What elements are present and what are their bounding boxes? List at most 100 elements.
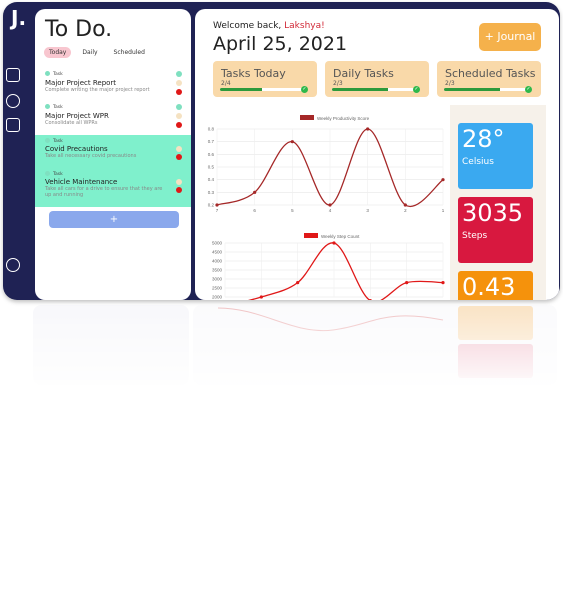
check-icon: ✓ [413,86,420,93]
y-tick-label: 2500 [212,286,223,291]
app-window: J. To Do. Today Daily Scheduled Task Maj… [3,2,560,300]
welcome-text: Welcome back, Lakshya! [213,21,325,31]
y-tick-label: 0.6 [208,152,215,157]
tab-daily[interactable]: Daily [77,47,102,58]
status-dot[interactable] [176,113,182,119]
add-task-button[interactable]: + [49,211,179,228]
current-date: April 25, 2021 [213,33,348,55]
task-description: Take all cars for a drive to ensure that… [45,186,163,198]
user-name: Lakshya! [284,21,325,31]
data-point [290,140,294,144]
data-point [441,281,445,285]
task-item-highlighted[interactable]: Task Covid Precautions Take all necessar… [35,135,191,207]
data-point [259,295,263,299]
legend-swatch [300,115,314,120]
stat-count: 2/4 [221,80,231,87]
stat-card-tasks-today[interactable]: Tasks Today 2/4 ✓ [213,61,317,97]
progress-bar [444,88,528,91]
task-name: Major Project Report [45,79,117,87]
data-point [332,241,336,245]
task-tag: Task [45,104,63,110]
temperature-card: 28° Celsius [458,123,533,189]
stat-card-scheduled-tasks[interactable]: Scheduled Tasks 2/3 ✓ [437,61,541,97]
y-tick-label: 0.8 [208,127,215,132]
status-dot[interactable] [176,154,182,160]
status-dot[interactable] [176,179,182,185]
data-point [215,203,219,207]
mirror-reflection [3,300,560,390]
chart-nav-icon[interactable] [6,118,20,132]
steps-value: 3035 [462,199,524,227]
task-tag: Task [45,138,63,144]
progress-bar [220,88,304,91]
legend-swatch [304,233,318,238]
data-point [296,281,300,285]
y-tick-label: 0.5 [208,165,215,170]
status-dot[interactable] [176,80,182,86]
progress-bar [332,88,416,91]
y-tick-label: 2000 [212,295,223,300]
y-tick-label: 4500 [212,250,223,255]
tasks-nav-icon[interactable] [6,68,20,82]
status-dot[interactable] [176,122,182,128]
stat-name: Daily Tasks [333,67,394,80]
todo-title: To Do. [45,17,113,42]
y-tick-label: 0.7 [208,139,215,144]
x-tick-label: 2 [404,208,407,213]
stat-name: Scheduled Tasks [445,67,536,80]
reflection-todo-panel [33,305,189,385]
metric-cards-column: 28° Celsius 3035 Steps 0.43 [450,105,546,300]
data-point [403,203,407,207]
data-point [253,190,257,194]
reflection-graphic [3,300,560,390]
status-dot[interactable] [176,187,182,193]
todo-tabs: Today Daily Scheduled [44,47,150,58]
x-tick-label: 7 [216,208,219,213]
x-tick-label: 4 [329,208,332,213]
reflection-score-card [458,306,533,340]
task-tag: Task [45,71,63,77]
reflection-steps-card [458,344,533,378]
reflection-fade [3,300,560,390]
task-name: Vehicle Maintenance [45,178,118,186]
y-tick-label: 5000 [212,241,223,246]
x-tick-label: 6 [253,208,256,213]
app-logo: J. [11,6,27,30]
tab-scheduled[interactable]: Scheduled [109,47,150,58]
task-description: Consolidate all WPRs [45,120,98,126]
temperature-value: 28° [462,125,505,153]
steps-unit: Steps [462,231,488,241]
reflection-line [217,307,444,332]
score-value: 0.43 [462,273,516,300]
y-tick-label: 0.3 [208,190,215,195]
data-point [405,281,409,285]
add-journal-button[interactable]: + Journal [479,23,541,51]
tab-today[interactable]: Today [44,47,72,58]
task-name: Covid Precautions [45,145,108,153]
task-name: Major Project WPR [45,112,109,120]
y-tick-label: 3500 [212,268,223,273]
check-icon: ✓ [525,86,532,93]
status-dot[interactable] [176,89,182,95]
score-card: 0.43 [458,271,533,300]
stat-name: Tasks Today [221,67,286,80]
status-dot[interactable] [176,71,182,77]
settings-gear-icon[interactable] [6,258,20,272]
stat-card-daily-tasks[interactable]: Daily Tasks 2/3 ✓ [325,61,429,97]
reflection-dashboard-panel [193,305,557,385]
step-count-chart: Weekly Step Count 5000 4500 4000 3500 3000 250… [212,233,445,300]
legend-label: Weekly Productivity Score [317,116,370,121]
check-icon: ✓ [301,86,308,93]
progress-fill [220,88,262,91]
data-point [441,178,445,182]
y-tick-label: 4000 [212,259,223,264]
task-tag: Task [45,171,63,177]
status-dot[interactable] [176,146,182,152]
todo-panel: To Do. Today Daily Scheduled Task Major … [35,9,191,300]
status-dot[interactable] [176,104,182,110]
data-point [366,127,370,131]
productivity-chart: Weekly Productivity Score 0.8 0.7 0.6 0.5 0.4… [208,115,445,213]
x-tick-label: 1 [442,208,445,213]
journal-nav-icon[interactable] [6,94,20,108]
data-point [328,203,332,207]
